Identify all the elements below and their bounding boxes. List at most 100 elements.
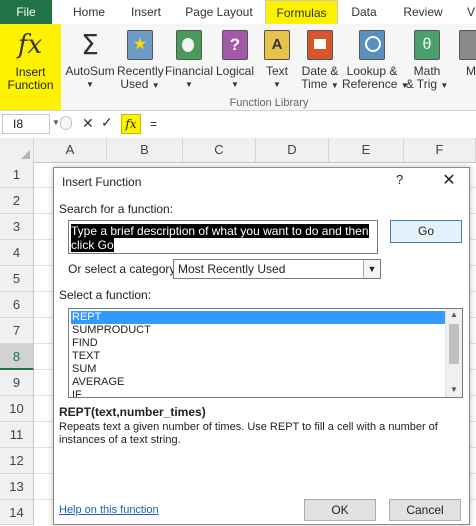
list-scrollbar[interactable]: ▲ ▼ bbox=[445, 309, 462, 397]
insert-function-dialog: Insert Function ? ✕ Search for a functio… bbox=[53, 167, 470, 525]
help-on-function-link[interactable]: Help on this function bbox=[59, 504, 159, 516]
tab-file[interactable]: File bbox=[0, 0, 52, 24]
list-item[interactable]: FIND bbox=[71, 337, 446, 350]
select-all-corner[interactable] bbox=[0, 138, 34, 162]
chevron-down-icon: ▼ bbox=[330, 81, 339, 90]
recently-used-label-2: Used bbox=[120, 77, 149, 91]
chevron-down-icon: ▼ bbox=[151, 81, 160, 90]
category-select[interactable]: Most Recently Used ▼ bbox=[173, 259, 381, 279]
formula-bar: I8 ▼ ✕ ✓ fx = bbox=[0, 111, 476, 139]
search-label: Search for a function: bbox=[59, 202, 174, 216]
category-value: Most Recently Used bbox=[178, 262, 286, 276]
column-header-c[interactable]: C bbox=[183, 138, 256, 162]
autosum-button[interactable]: Σ AutoSum ▼ bbox=[64, 24, 116, 96]
formula-input[interactable]: = bbox=[145, 114, 476, 134]
text-book-icon: A bbox=[264, 30, 290, 60]
scrollbar-thumb[interactable] bbox=[449, 324, 459, 364]
cancel-x-icon[interactable]: ✕ bbox=[82, 115, 94, 132]
chevron-down-icon: ▼ bbox=[185, 80, 193, 89]
row-header[interactable]: 3 bbox=[0, 214, 34, 240]
column-header-f[interactable]: F bbox=[404, 138, 476, 162]
dialog-title: Insert Function bbox=[62, 175, 142, 189]
cancel-button[interactable]: Cancel bbox=[389, 499, 461, 521]
more-functions-button[interactable]: M bbox=[458, 24, 476, 96]
scroll-down-icon[interactable]: ▼ bbox=[446, 385, 462, 394]
function-description: Repeats text a given number of times. Us… bbox=[59, 421, 438, 446]
search-input[interactable]: Type a brief description of what you wan… bbox=[68, 220, 378, 254]
function-list[interactable]: REPT SUMPRODUCT FIND TEXT SUM AVERAGE IF… bbox=[68, 308, 463, 398]
list-item[interactable]: SUMPRODUCT bbox=[71, 324, 446, 337]
row-header[interactable]: 11 bbox=[0, 422, 34, 448]
select-function-label: Select a function: bbox=[59, 288, 152, 302]
search-input-text: Type a brief description of what you wan… bbox=[71, 224, 369, 252]
more-dots-icon[interactable] bbox=[60, 116, 72, 130]
list-item[interactable]: TEXT bbox=[71, 350, 446, 363]
tab-home[interactable]: Home bbox=[70, 0, 108, 24]
help-icon[interactable]: ? bbox=[396, 172, 403, 187]
close-icon[interactable]: ✕ bbox=[434, 169, 464, 193]
column-header-e[interactable]: E bbox=[329, 138, 404, 162]
tab-formulas[interactable]: Formulas bbox=[265, 0, 338, 24]
row-header-selected[interactable]: 8 bbox=[0, 344, 34, 370]
financial-button[interactable]: Financial ▼ bbox=[165, 24, 213, 96]
column-header-d[interactable]: D bbox=[256, 138, 329, 162]
list-item[interactable]: SUM bbox=[71, 363, 446, 376]
row-header[interactable]: 14 bbox=[0, 500, 34, 525]
ribbon: fx Insert Function Σ AutoSum ▼ ★ Recently… bbox=[0, 24, 476, 111]
chevron-down-icon: ▼ bbox=[273, 80, 281, 89]
text-label: Text bbox=[265, 64, 288, 78]
tab-page-layout[interactable]: Page Layout bbox=[183, 0, 255, 24]
row-header[interactable]: 9 bbox=[0, 370, 34, 396]
logical-label: Logical bbox=[215, 64, 255, 78]
row-header[interactable]: 7 bbox=[0, 318, 34, 344]
function-library-group-label: Function Library bbox=[229, 97, 309, 109]
fx-icon: fx bbox=[17, 30, 43, 60]
chevron-down-icon[interactable]: ▼ bbox=[363, 260, 380, 278]
column-header-a[interactable]: A bbox=[34, 138, 107, 162]
calendar-book-icon bbox=[307, 30, 333, 60]
chevron-down-icon: ▼ bbox=[440, 81, 449, 90]
scroll-up-icon[interactable]: ▲ bbox=[446, 310, 462, 319]
list-item[interactable]: IF bbox=[71, 389, 446, 397]
recently-used-button[interactable]: ★ Recently Used ▼ bbox=[117, 24, 164, 96]
column-header-bar: A B C D E F bbox=[0, 138, 476, 163]
row-header[interactable]: 1 bbox=[0, 162, 34, 188]
logical-button[interactable]: ? Logical ▼ bbox=[214, 24, 256, 96]
name-box[interactable]: I8 bbox=[2, 114, 50, 134]
date-time-label-2: Time bbox=[301, 77, 328, 91]
text-button[interactable]: A Text ▼ bbox=[258, 24, 296, 96]
row-header[interactable]: 13 bbox=[0, 474, 34, 500]
autosum-label: AutoSum bbox=[65, 64, 115, 78]
tab-data[interactable]: Data bbox=[347, 0, 381, 24]
tab-insert[interactable]: Insert bbox=[126, 0, 166, 24]
sigma-icon: Σ bbox=[81, 28, 99, 61]
enter-check-icon[interactable]: ✓ bbox=[101, 114, 113, 131]
function-signature: REPT(text,number_times) bbox=[59, 405, 206, 419]
list-item-selected[interactable]: REPT bbox=[71, 311, 446, 324]
row-header[interactable]: 6 bbox=[0, 292, 34, 318]
chevron-down-icon[interactable]: ▼ bbox=[52, 118, 60, 127]
chevron-down-icon: ▼ bbox=[86, 80, 94, 89]
insert-function-button[interactable]: fx Insert Function bbox=[0, 24, 61, 110]
row-header[interactable]: 5 bbox=[0, 266, 34, 292]
date-time-button[interactable]: Date & Time ▼ bbox=[298, 24, 342, 96]
column-header-b[interactable]: B bbox=[107, 138, 183, 162]
insert-function-fx-icon[interactable]: fx bbox=[121, 114, 141, 134]
row-header[interactable]: 4 bbox=[0, 240, 34, 266]
category-label: Or select a category: bbox=[68, 262, 179, 276]
tab-more-icon[interactable]: V bbox=[466, 0, 476, 24]
magnifier-book-icon bbox=[359, 30, 385, 60]
row-header[interactable]: 2 bbox=[0, 188, 34, 214]
row-header[interactable]: 12 bbox=[0, 448, 34, 474]
math-trig-button[interactable]: θ Math & Trig ▼ bbox=[404, 24, 450, 96]
lookup-label-2: Reference bbox=[342, 77, 398, 91]
question-book-icon: ? bbox=[222, 30, 248, 60]
go-button[interactable]: Go bbox=[390, 220, 462, 243]
theta-book-icon: θ bbox=[414, 30, 440, 60]
row-header[interactable]: 10 bbox=[0, 396, 34, 422]
lookup-reference-button[interactable]: Lookup & Reference ▼ bbox=[342, 24, 409, 96]
tab-review[interactable]: Review bbox=[400, 0, 446, 24]
list-item[interactable]: AVERAGE bbox=[71, 376, 446, 389]
more-functions-label: M bbox=[466, 64, 476, 78]
ok-button[interactable]: OK bbox=[304, 499, 376, 521]
